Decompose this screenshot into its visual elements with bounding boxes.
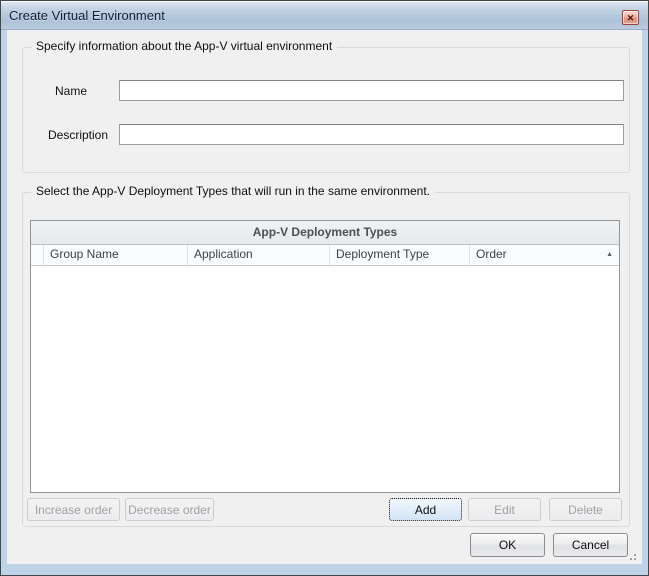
- table-body[interactable]: [31, 266, 619, 492]
- name-label: Name: [55, 84, 87, 98]
- info-groupbox-legend: Specify information about the App-V virt…: [31, 39, 337, 54]
- cancel-button[interactable]: Cancel: [553, 533, 628, 557]
- add-button[interactable]: Add: [389, 498, 462, 521]
- sort-ascending-icon: ▲: [606, 245, 613, 265]
- increase-order-button[interactable]: Increase order: [27, 498, 120, 521]
- close-icon: ✕: [627, 13, 635, 23]
- description-input[interactable]: [119, 124, 624, 145]
- column-header-order[interactable]: Order ▲: [470, 245, 619, 265]
- deployment-types-groupbox-legend: Select the App-V Deployment Types that w…: [31, 184, 435, 199]
- window-title: Create Virtual Environment: [9, 8, 165, 23]
- delete-button[interactable]: Delete: [549, 498, 622, 521]
- resize-grip[interactable]: [626, 550, 638, 562]
- decrease-order-button[interactable]: Decrease order: [125, 498, 214, 521]
- name-input[interactable]: [119, 80, 624, 101]
- edit-button[interactable]: Edit: [468, 498, 541, 521]
- description-label: Description: [48, 128, 108, 142]
- column-header-selector[interactable]: [31, 245, 44, 265]
- table-title: App-V Deployment Types: [31, 221, 619, 245]
- column-header-deployment-type[interactable]: Deployment Type: [330, 245, 470, 265]
- close-button[interactable]: ✕: [622, 10, 639, 25]
- column-header-order-label: Order: [476, 247, 507, 261]
- column-header-group-name[interactable]: Group Name: [44, 245, 188, 265]
- title-bar[interactable]: Create Virtual Environment: [1, 1, 648, 30]
- create-virtual-environment-dialog: Create Virtual Environment ✕ Specify inf…: [0, 0, 649, 576]
- deployment-types-table: App-V Deployment Types Group Name Applic…: [30, 220, 620, 493]
- ok-button[interactable]: OK: [470, 533, 545, 557]
- table-header-row: Group Name Application Deployment Type O…: [31, 245, 619, 266]
- info-groupbox: Specify information about the App-V virt…: [22, 47, 630, 173]
- column-header-application[interactable]: Application: [188, 245, 330, 265]
